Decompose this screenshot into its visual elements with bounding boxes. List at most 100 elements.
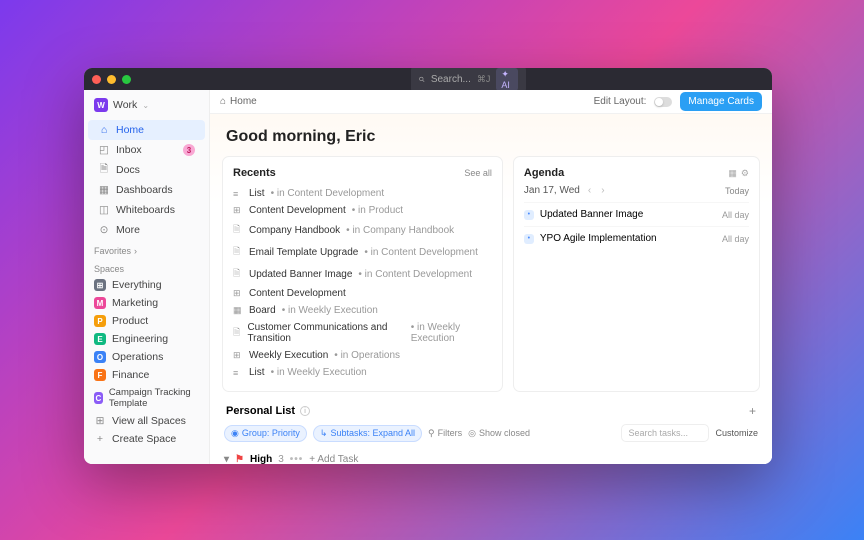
item-label: Weekly Execution xyxy=(249,350,328,361)
close-icon[interactable] xyxy=(92,75,101,84)
recent-item[interactable]: 🗎Company Handbook • in Company Handbook xyxy=(233,219,492,241)
space-campaign[interactable]: C Campaign Tracking Template xyxy=(84,384,209,412)
filters-button[interactable]: ⚲Filters xyxy=(428,428,462,439)
group-chip[interactable]: ◉Group: Priority xyxy=(224,425,307,442)
space-operations[interactable]: OOperations xyxy=(84,348,209,366)
space-everything[interactable]: ⊞ Everything xyxy=(84,276,209,294)
space-label: Marketing xyxy=(112,297,158,309)
main-area: ⌂Home Edit Layout: Manage Cards Good mor… xyxy=(210,90,772,464)
item-type-icon: ⊞ xyxy=(233,350,243,361)
item-location: • in Content Development xyxy=(358,269,472,280)
dashboards-icon: ▦ xyxy=(98,184,110,196)
create-space[interactable]: +Create Space xyxy=(84,430,209,448)
sidebar-item-dashboards[interactable]: ▦Dashboards xyxy=(88,180,205,200)
calendar-icon[interactable]: ▦ xyxy=(728,168,737,179)
gear-icon[interactable]: ⚙ xyxy=(741,168,749,179)
ai-chip[interactable]: ✦ AI xyxy=(496,68,518,91)
agenda-duration: All day xyxy=(722,210,749,220)
agenda-bullet-icon: • xyxy=(524,210,534,220)
sidebar-item-home[interactable]: ⌂ Home xyxy=(88,120,205,140)
titlebar: Search... ⌘J ✦ AI ⊕ New xyxy=(84,68,772,90)
item-type-icon: 🗎 xyxy=(233,222,243,238)
chevron-right-icon: › xyxy=(134,246,137,256)
space-finance[interactable]: FFinance xyxy=(84,366,209,384)
edit-layout-toggle[interactable] xyxy=(654,97,672,107)
sidebar-item-label: Home xyxy=(116,124,144,136)
view-all-spaces[interactable]: ⊞View all Spaces xyxy=(84,412,209,430)
recent-item[interactable]: 🗎Updated Banner Image • in Content Devel… xyxy=(233,263,492,285)
sidebar-item-label: More xyxy=(116,224,140,236)
eye-icon: ◎ xyxy=(468,428,476,439)
item-label: List xyxy=(249,367,265,378)
recent-item[interactable]: 🗎Customer Communications and Transition … xyxy=(233,319,492,347)
recent-item[interactable]: 🗎Email Template Upgrade • in Content Dev… xyxy=(233,241,492,263)
recent-item[interactable]: ≡List • in Content Development xyxy=(233,185,492,202)
agenda-item[interactable]: •YPO Agile ImplementationAll day xyxy=(524,226,749,250)
info-icon[interactable]: i xyxy=(300,406,310,416)
recent-item[interactable]: ▦Board • in Weekly Execution xyxy=(233,302,492,319)
space-product[interactable]: PProduct xyxy=(84,312,209,330)
home-icon: ⌂ xyxy=(98,124,110,136)
subtasks-chip[interactable]: ↳Subtasks: Expand All xyxy=(313,425,422,442)
sidebar-item-more[interactable]: ⊙ More xyxy=(88,220,205,240)
search-icon xyxy=(419,75,425,84)
recent-item[interactable]: ≡List • in Weekly Execution xyxy=(233,364,492,381)
space-label: View all Spaces xyxy=(112,415,186,427)
section-title: Personal List xyxy=(226,405,295,417)
customize-button[interactable]: Customize xyxy=(715,428,758,438)
space-color: ⊞ xyxy=(94,279,106,291)
card-title: Agenda xyxy=(524,167,564,179)
sidebar-item-label: Docs xyxy=(116,164,140,176)
prev-day[interactable]: ‹ xyxy=(586,185,593,196)
item-location: • in Content Development xyxy=(271,188,385,199)
sidebar-item-label: Whiteboards xyxy=(116,204,175,216)
sidebar-item-docs[interactable]: 🗎Docs xyxy=(88,160,205,180)
priority-group-row[interactable]: ▾ ⚑ High 3 ••• + Add Task xyxy=(222,448,760,464)
item-type-icon: ▦ xyxy=(233,305,243,316)
recents-card: Recents See all ≡List • in Content Devel… xyxy=(222,156,503,392)
space-label: Campaign Tracking Template xyxy=(109,387,199,409)
content-scroll[interactable]: Good morning, Eric Recents See all ≡List… xyxy=(210,114,772,464)
item-type-icon: ≡ xyxy=(233,368,243,378)
workspace-selector[interactable]: W Work ⌄ xyxy=(84,90,209,120)
agenda-date: Jan 17, Wed xyxy=(524,185,580,196)
recent-item[interactable]: ⊞Content Development • in Product xyxy=(233,202,492,219)
space-color: O xyxy=(94,351,106,363)
space-label: Product xyxy=(112,315,148,327)
space-color: C xyxy=(94,392,103,404)
space-label: Everything xyxy=(112,279,162,291)
whiteboards-icon: ◫ xyxy=(98,204,110,216)
agenda-date-row: Jan 17, Wed ‹ › Today xyxy=(524,185,749,196)
traffic-lights[interactable] xyxy=(92,75,131,84)
subtasks-icon: ↳ xyxy=(320,428,328,439)
sidebar-item-whiteboards[interactable]: ◫ Whiteboards xyxy=(88,200,205,220)
space-marketing[interactable]: MMarketing xyxy=(84,294,209,312)
global-search[interactable]: Search... ⌘J ✦ AI xyxy=(411,68,526,93)
filter-icon: ⚲ xyxy=(428,428,435,439)
add-card-button[interactable]: + xyxy=(749,404,756,418)
breadcrumb[interactable]: ⌂Home xyxy=(220,96,257,107)
show-closed-button[interactable]: ◎Show closed xyxy=(468,428,530,439)
spaces-section-label: Spaces xyxy=(84,258,209,276)
maximize-icon[interactable] xyxy=(122,75,131,84)
manage-cards-button[interactable]: Manage Cards xyxy=(680,92,762,111)
sidebar-item-inbox[interactable]: ◰Inbox3 xyxy=(88,140,205,160)
recent-item[interactable]: ⊞Weekly Execution • in Operations xyxy=(233,347,492,364)
search-kbd: ⌘J xyxy=(477,74,491,85)
more-icon: ⊙ xyxy=(98,224,110,236)
group-menu[interactable]: ••• xyxy=(290,454,304,464)
next-day[interactable]: › xyxy=(599,185,606,196)
add-task-button[interactable]: + Add Task xyxy=(309,454,358,464)
minimize-icon[interactable] xyxy=(107,75,116,84)
greeting: Good morning, Eric xyxy=(222,114,760,156)
space-engineering[interactable]: EEngineering xyxy=(84,330,209,348)
group-name: High xyxy=(250,454,272,464)
agenda-item[interactable]: •Updated Banner ImageAll day xyxy=(524,202,749,226)
see-all-link[interactable]: See all xyxy=(464,168,492,178)
today-button[interactable]: Today xyxy=(725,186,749,196)
task-search-input[interactable]: Search tasks... xyxy=(621,424,709,442)
sidebar-item-label: Inbox xyxy=(116,144,142,156)
favorites-section-label[interactable]: Favorites› xyxy=(84,240,209,258)
recent-item[interactable]: ⊞Content Development xyxy=(233,285,492,302)
item-label: Customer Communications and Transition xyxy=(247,322,404,344)
